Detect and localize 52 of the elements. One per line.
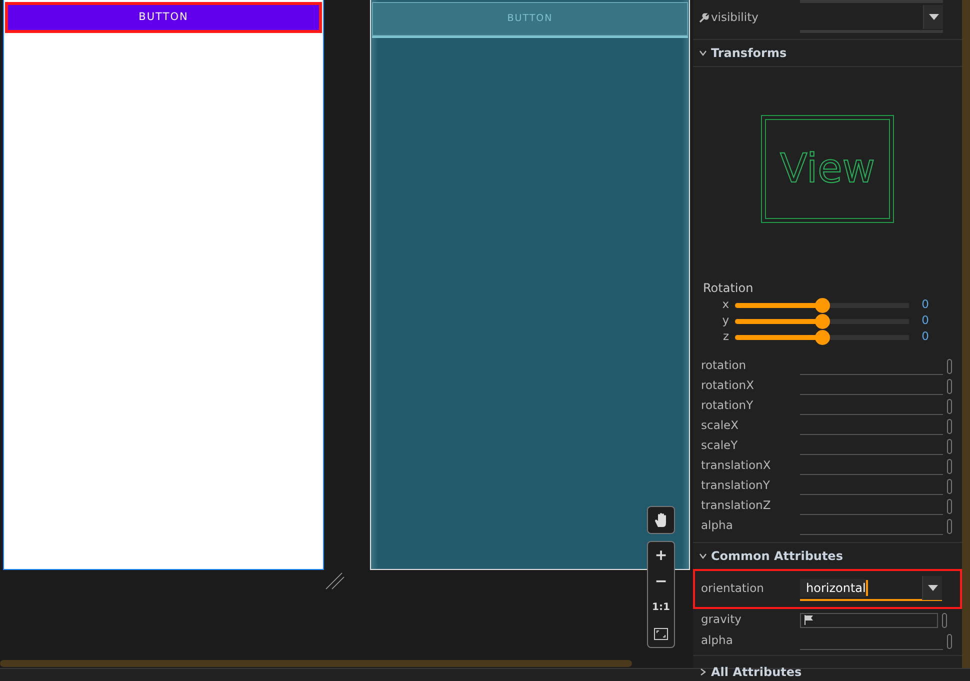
- zoom-out-button[interactable]: −: [648, 568, 674, 594]
- hand-icon: [654, 512, 668, 528]
- section-header[interactable]: Transforms: [693, 40, 962, 66]
- zoom-in-button[interactable]: +: [648, 542, 674, 568]
- attribute-label: visibility: [711, 9, 758, 26]
- attribute-label: rotationX: [701, 377, 755, 394]
- orientation-dropdown[interactable]: horizontal: [800, 577, 942, 601]
- resource-picker-handle[interactable]: [947, 418, 952, 434]
- attribute-label: scaleY: [701, 437, 739, 454]
- wrench-icon: [699, 13, 709, 23]
- attribute-label: translationX: [701, 457, 772, 474]
- slider-value: 0: [920, 312, 929, 330]
- horizontal-scrollbar[interactable]: [0, 660, 632, 667]
- axis-label: x: [721, 296, 730, 314]
- slider-value: 0: [920, 328, 929, 346]
- resource-picker-handle[interactable]: [947, 378, 952, 394]
- dropdown-value: horizontal: [800, 579, 866, 597]
- attribute-label: gravity: [701, 611, 742, 628]
- gravity-field[interactable]: [800, 612, 938, 628]
- view-label: View: [765, 119, 890, 219]
- resource-picker-handle[interactable]: [947, 498, 952, 514]
- preview-button[interactable]: BUTTON: [5, 2, 322, 33]
- attribute-label: alpha: [701, 632, 734, 650]
- chevron-down-icon: [699, 49, 707, 57]
- axis-label: z: [722, 328, 730, 346]
- axis-label: y: [721, 312, 730, 330]
- resource-picker-handle[interactable]: [947, 458, 952, 474]
- attribute-label: orientation: [701, 580, 765, 598]
- resource-picker-handle[interactable]: [947, 358, 952, 374]
- rotation-label: Rotation: [703, 280, 754, 297]
- resource-picker-handle[interactable]: [947, 438, 952, 454]
- attribute-label: translationY: [701, 477, 771, 494]
- chevron-down-icon: [699, 552, 707, 560]
- resource-picker-handle[interactable]: [947, 518, 952, 534]
- attribute-label: rotation: [701, 357, 748, 374]
- chevron-right-icon: [699, 668, 707, 676]
- attribute-label: translationZ: [701, 497, 772, 514]
- attribute-label: alpha: [701, 517, 734, 534]
- resource-picker-handle[interactable]: [942, 612, 947, 628]
- section-header[interactable]: Common Attributes: [693, 543, 962, 569]
- section-header[interactable]: All Attributes: [693, 659, 962, 681]
- vertical-scrollbar[interactable]: [962, 0, 970, 668]
- resize-handle-icon: [325, 572, 345, 590]
- flag-icon: [804, 615, 813, 625]
- attribute-label: rotationY: [701, 397, 754, 414]
- resource-picker-handle[interactable]: [947, 478, 952, 494]
- actual-size-button[interactable]: 1:1: [648, 594, 674, 621]
- resource-picker-handle[interactable]: [947, 634, 952, 648]
- slider-value: 0: [920, 296, 929, 314]
- resource-picker-handle[interactable]: [947, 398, 952, 414]
- fit-screen-icon: [654, 628, 668, 640]
- attribute-label: scaleX: [701, 417, 740, 434]
